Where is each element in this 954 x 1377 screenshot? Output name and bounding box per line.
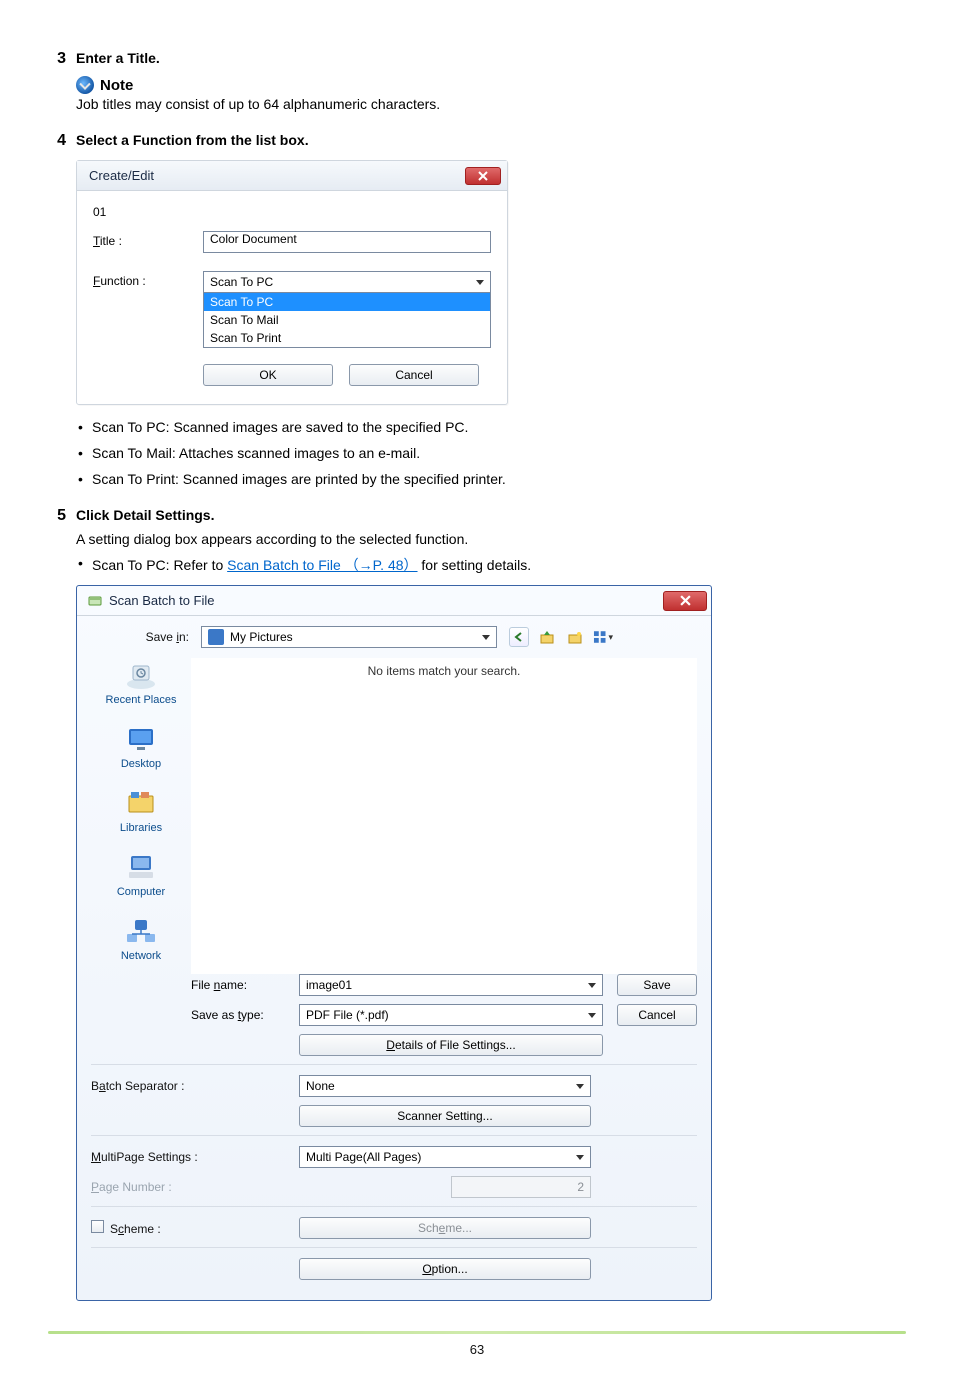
view-menu-icon[interactable] bbox=[593, 627, 613, 647]
recent-places-icon bbox=[121, 658, 161, 692]
step-number-5: 5 bbox=[48, 507, 76, 525]
step5-body: A setting dialog box appears according t… bbox=[76, 531, 906, 547]
place-label: Recent Places bbox=[106, 694, 177, 706]
place-recent[interactable]: Recent Places bbox=[106, 658, 177, 706]
multipage-label: MultiPage Settings : bbox=[91, 1150, 299, 1164]
divider bbox=[91, 1206, 697, 1207]
batch-separator-select[interactable]: None bbox=[299, 1075, 591, 1097]
cancel-button[interactable]: Cancel bbox=[349, 364, 479, 386]
page-number: 63 bbox=[48, 1342, 906, 1357]
file-list-area: No items match your search. bbox=[191, 658, 697, 974]
place-label: Network bbox=[121, 950, 161, 962]
cancel-button[interactable]: Cancel bbox=[617, 1004, 697, 1026]
page-number-input: 2 bbox=[451, 1176, 591, 1198]
scan-batch-dialog: Scan Batch to File Save in: My Pictures bbox=[76, 585, 712, 1301]
close-button[interactable] bbox=[465, 167, 501, 185]
up-folder-icon[interactable] bbox=[537, 627, 557, 647]
save-as-type-value: PDF File (*.pdf) bbox=[306, 1008, 389, 1022]
chevron-down-icon bbox=[588, 1013, 596, 1018]
save-in-label: Save in: bbox=[135, 630, 201, 644]
job-number: 01 bbox=[93, 205, 491, 219]
create-edit-dialog: Create/Edit 01 Title : Color Document Fu… bbox=[76, 160, 508, 405]
save-in-value: My Pictures bbox=[230, 630, 293, 644]
new-folder-icon[interactable] bbox=[565, 627, 585, 647]
footer-divider bbox=[48, 1331, 906, 1334]
close-icon bbox=[478, 171, 488, 181]
step-number-3: 3 bbox=[48, 50, 76, 68]
multipage-value: Multi Page(All Pages) bbox=[306, 1150, 421, 1164]
title-label: Title : bbox=[93, 231, 203, 248]
function-option-print[interactable]: Scan To Print bbox=[204, 329, 490, 347]
function-select-value: Scan To PC bbox=[210, 275, 273, 289]
chevron-down-icon bbox=[476, 280, 484, 285]
bullet-dot: • bbox=[76, 555, 92, 575]
function-label: Function : bbox=[93, 271, 203, 288]
place-network[interactable]: Network bbox=[121, 914, 161, 962]
network-icon bbox=[121, 914, 161, 948]
batch-separator-label: Batch Separator : bbox=[91, 1079, 299, 1093]
note-label: Note bbox=[100, 77, 133, 94]
chevron-down-icon bbox=[588, 983, 596, 988]
bullet-text: Scan To Print: Scanned images are printe… bbox=[92, 471, 906, 487]
scheme-button[interactable]: Scheme... bbox=[299, 1217, 591, 1239]
folder-icon bbox=[208, 629, 224, 645]
step-title-3: Enter a Title. bbox=[76, 50, 160, 66]
close-icon bbox=[680, 595, 691, 606]
scanner-setting-button[interactable]: Scanner Setting... bbox=[299, 1105, 591, 1127]
function-options: Scan To PC Scan To Mail Scan To Print bbox=[203, 293, 491, 348]
place-label: Libraries bbox=[120, 822, 162, 834]
batch-separator-value: None bbox=[306, 1079, 335, 1093]
divider bbox=[91, 1135, 697, 1136]
bullet-dot: • bbox=[76, 419, 92, 435]
file-name-input[interactable]: image01 bbox=[299, 974, 603, 996]
details-file-settings-button[interactable]: Details of File Settings... bbox=[299, 1034, 603, 1056]
scheme-label: Scheme : bbox=[91, 1220, 299, 1236]
save-as-type-select[interactable]: PDF File (*.pdf) bbox=[299, 1004, 603, 1026]
bullet-text: Scan To Mail: Attaches scanned images to… bbox=[92, 445, 906, 461]
computer-icon bbox=[121, 850, 161, 884]
libraries-icon bbox=[121, 786, 161, 820]
save-in-select[interactable]: My Pictures bbox=[201, 626, 497, 648]
place-label: Computer bbox=[117, 886, 165, 898]
divider bbox=[91, 1247, 697, 1248]
step-title-5: Click Detail Settings. bbox=[76, 507, 214, 523]
back-icon[interactable] bbox=[509, 627, 529, 647]
place-computer[interactable]: Computer bbox=[117, 850, 165, 898]
divider bbox=[91, 1064, 697, 1065]
step-number-4: 4 bbox=[48, 132, 76, 150]
bullet-text: Scan To PC: Refer to Scan Batch to File … bbox=[92, 555, 906, 575]
dialog-title: Create/Edit bbox=[89, 168, 154, 183]
file-name-label: File name: bbox=[191, 978, 299, 992]
option-button[interactable]: Option... bbox=[299, 1258, 591, 1280]
bullet-dot: • bbox=[76, 471, 92, 487]
places-bar: Recent Places Desktop Libraries bbox=[91, 658, 191, 974]
scan-icon bbox=[87, 593, 103, 609]
chevron-down-icon bbox=[576, 1155, 584, 1160]
title-input[interactable]: Color Document bbox=[203, 231, 491, 253]
chevron-down-icon bbox=[576, 1084, 584, 1089]
function-select[interactable]: Scan To PC bbox=[203, 271, 491, 293]
chevron-down-icon bbox=[482, 635, 490, 640]
scheme-checkbox[interactable] bbox=[91, 1220, 104, 1233]
note-icon bbox=[76, 76, 94, 94]
step-title-4: Select a Function from the list box. bbox=[76, 132, 309, 148]
place-desktop[interactable]: Desktop bbox=[121, 722, 161, 770]
scan-batch-link[interactable]: Scan Batch to File （→P. 48） bbox=[227, 557, 417, 573]
ok-button[interactable]: OK bbox=[203, 364, 333, 386]
file-name-value: image01 bbox=[306, 978, 352, 992]
save-button[interactable]: Save bbox=[617, 974, 697, 996]
note-body: Job titles may consist of up to 64 alpha… bbox=[76, 96, 906, 112]
place-label: Desktop bbox=[121, 758, 161, 770]
dialog2-title: Scan Batch to File bbox=[109, 593, 215, 608]
bullet-text: Scan To PC: Scanned images are saved to … bbox=[92, 419, 906, 435]
bullet-dot: • bbox=[76, 445, 92, 461]
multipage-select[interactable]: Multi Page(All Pages) bbox=[299, 1146, 591, 1168]
close-button[interactable] bbox=[663, 591, 707, 611]
desktop-icon bbox=[121, 722, 161, 756]
function-option-mail[interactable]: Scan To Mail bbox=[204, 311, 490, 329]
function-option-pc[interactable]: Scan To PC bbox=[204, 293, 490, 311]
page-number-label: Page Number : bbox=[91, 1180, 299, 1194]
save-as-type-label: Save as type: bbox=[191, 1008, 299, 1022]
place-libraries[interactable]: Libraries bbox=[120, 786, 162, 834]
